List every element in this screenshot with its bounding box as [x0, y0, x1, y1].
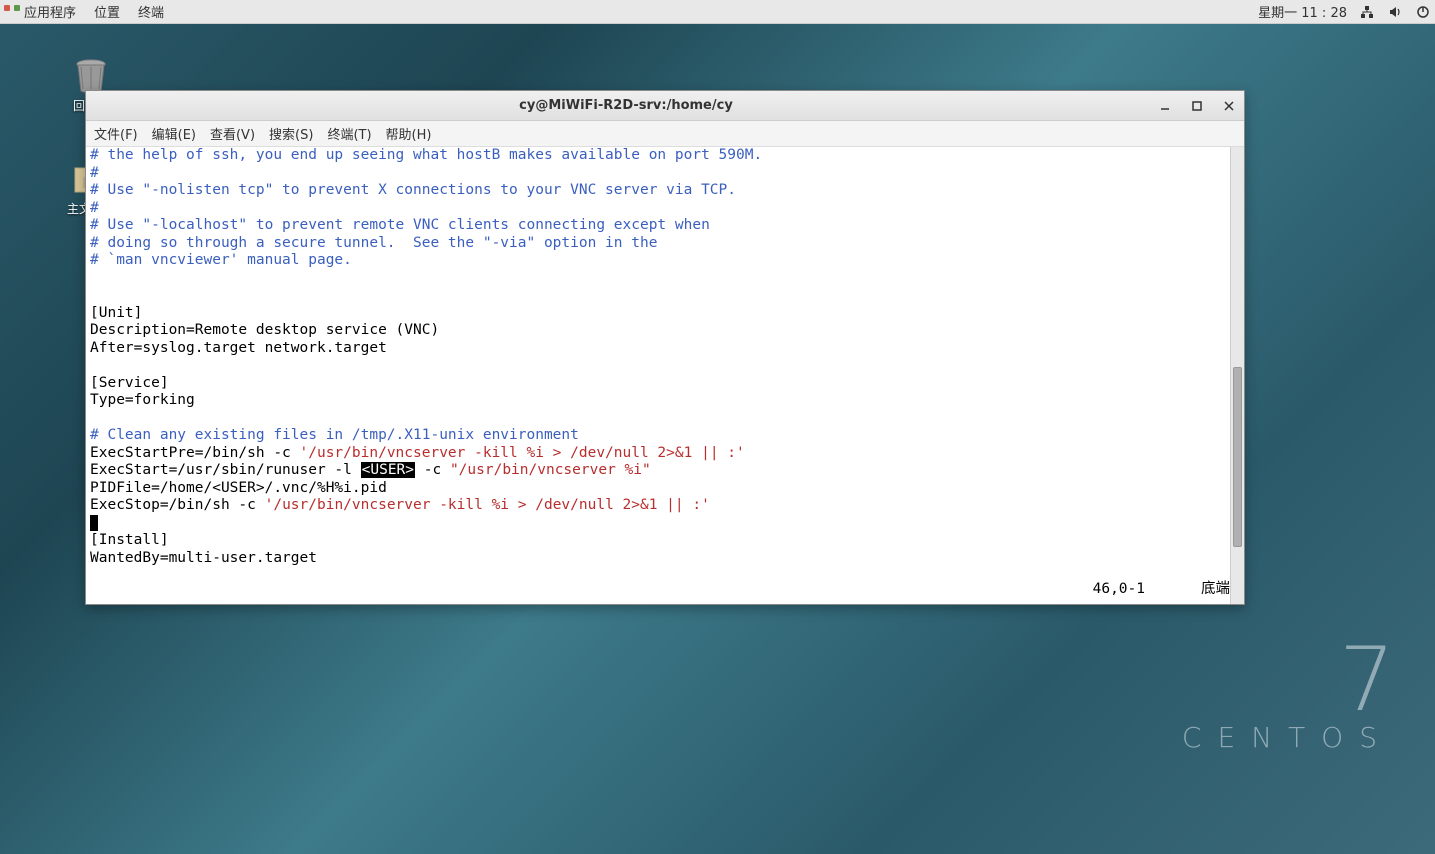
comment-line: # `man vncviewer' manual page.	[90, 252, 352, 268]
titlebar[interactable]: cy@MiWiFi-R2D-srv:/home/cy	[86, 91, 1244, 121]
terminal-task[interactable]: 终端	[138, 2, 164, 21]
comment-line: # Use "-nolisten tcp" to prevent X conne…	[90, 182, 736, 198]
clock[interactable]: 星期一 11 : 28	[1258, 2, 1347, 21]
comment-line: # the help of ssh, you end up seeing wha…	[90, 147, 762, 163]
menu-help[interactable]: 帮助(H)	[386, 124, 432, 143]
close-button[interactable]	[1222, 99, 1236, 113]
centos-version: 7	[1182, 645, 1393, 715]
menu-edit[interactable]: 编辑(E)	[152, 124, 196, 143]
comment-line: # Use "-localhost" to prevent remote VNC…	[90, 217, 710, 233]
menu-view[interactable]: 查看(V)	[210, 124, 255, 143]
vim-status-line: 46,0-1 底端	[1093, 581, 1230, 599]
top-panel: 应用程序 位置 终端 星期一 11 : 28	[0, 0, 1435, 24]
config-line: ExecStartPre=/bin/sh -c '/usr/bin/vncser…	[90, 445, 745, 461]
config-line: ExecStop=/bin/sh -c '/usr/bin/vncserver …	[90, 497, 710, 513]
scrollbar[interactable]	[1230, 147, 1244, 604]
comment-line: #	[90, 165, 99, 181]
menu-terminal[interactable]: 终端(T)	[327, 124, 371, 143]
config-line: After=syslog.target network.target	[90, 340, 387, 356]
comment-line: #	[90, 200, 99, 216]
config-line: PIDFile=/home/<USER>/.vnc/%H%i.pid	[90, 480, 387, 496]
maximize-button[interactable]	[1190, 99, 1204, 113]
config-line: Description=Remote desktop service (VNC)	[90, 322, 439, 338]
menubar: 文件(F) 编辑(E) 查看(V) 搜索(S) 终端(T) 帮助(H)	[86, 121, 1244, 147]
centos-name: CENTOS	[1182, 721, 1393, 754]
cursor	[90, 515, 98, 531]
comment-line: # doing so through a secure tunnel. See …	[90, 235, 657, 251]
volume-icon[interactable]	[1387, 4, 1403, 20]
window-title: cy@MiWiFi-R2D-srv:/home/cy	[94, 98, 1158, 113]
menu-file[interactable]: 文件(F)	[94, 124, 138, 143]
network-icon[interactable]	[1359, 4, 1375, 20]
power-icon[interactable]	[1415, 4, 1431, 20]
config-line: [Unit]	[90, 305, 142, 321]
terminal-window: cy@MiWiFi-R2D-srv:/home/cy 文件(F) 编辑(E) 查…	[85, 90, 1245, 605]
scroll-position: 底端	[1201, 581, 1230, 599]
apps-icon	[4, 5, 20, 21]
terminal-content[interactable]: # the help of ssh, you end up seeing wha…	[86, 147, 1244, 604]
comment-line: # Clean any existing files in /tmp/.X11-…	[90, 427, 579, 443]
config-line: WantedBy=multi-user.target	[90, 550, 317, 566]
places-menu[interactable]: 位置	[94, 2, 120, 21]
config-line: [Service]	[90, 375, 169, 391]
trash-icon	[71, 55, 111, 95]
applications-menu[interactable]: 应用程序	[4, 2, 76, 22]
centos-brand: 7 CENTOS	[1182, 645, 1393, 754]
config-line: [Install]	[90, 532, 169, 548]
config-line: ExecStart=/usr/sbin/runuser -l <USER> -c…	[90, 462, 651, 478]
menu-search[interactable]: 搜索(S)	[269, 124, 313, 143]
cursor-position: 46,0-1	[1093, 581, 1145, 599]
user-placeholder: <USER>	[361, 462, 415, 478]
config-line: Type=forking	[90, 392, 195, 408]
scroll-thumb[interactable]	[1233, 367, 1242, 547]
minimize-button[interactable]	[1158, 99, 1172, 113]
